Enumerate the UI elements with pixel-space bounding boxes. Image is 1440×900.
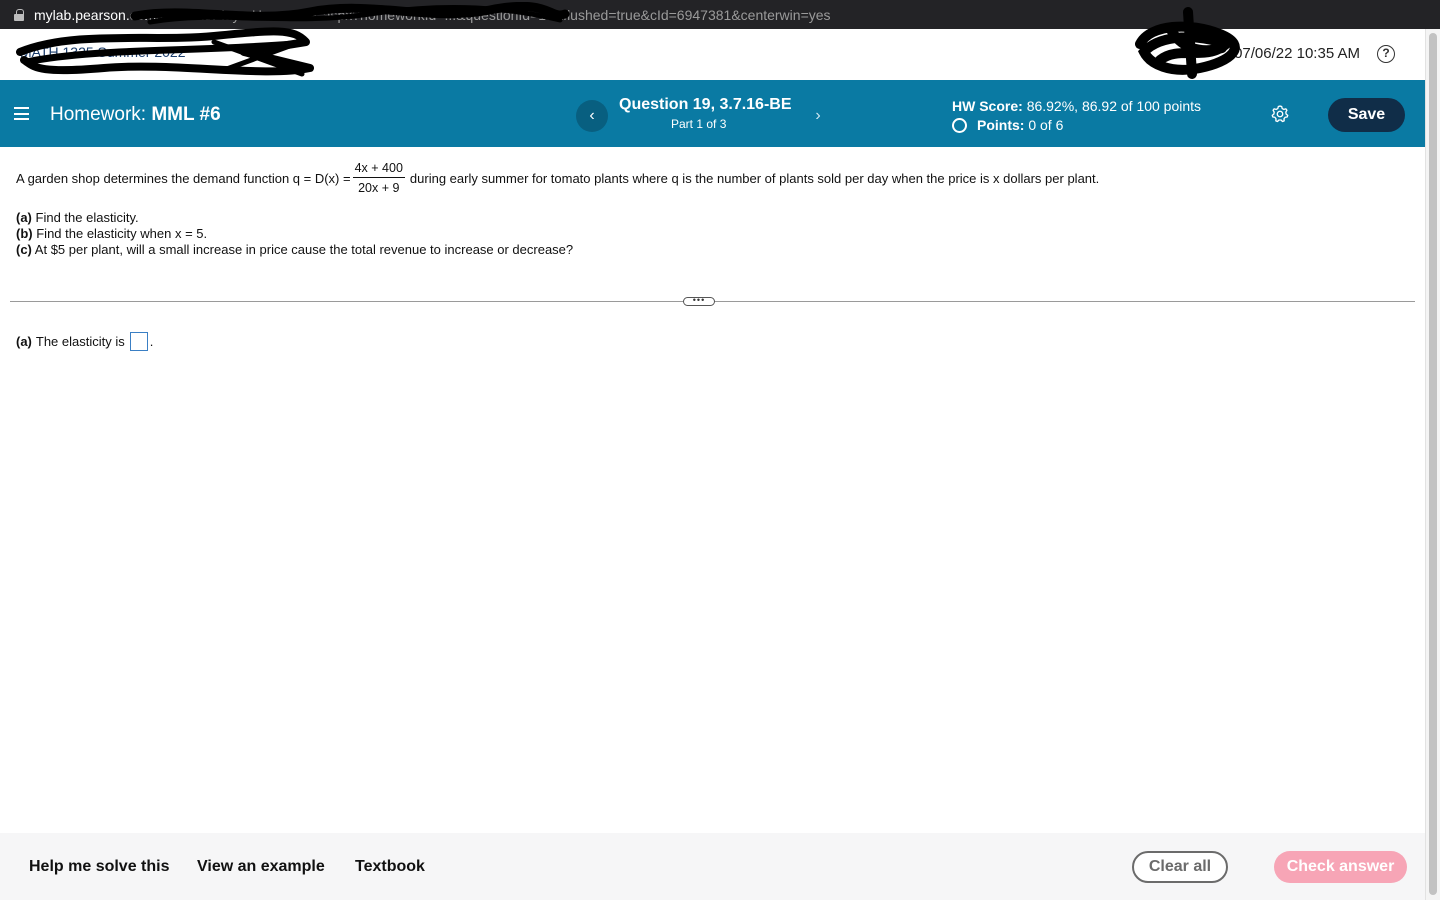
check-answer-button[interactable]: Check answer xyxy=(1274,851,1407,883)
scrollbar-thumb[interactable] xyxy=(1429,33,1437,895)
lock-icon xyxy=(14,8,24,21)
part-a-label: (a) xyxy=(16,210,32,225)
page-scrollbar[interactable] xyxy=(1425,29,1440,900)
homework-header: Homework: MML #6 ‹ Question 19, 3.7.16-B… xyxy=(0,80,1425,147)
points-value: 0 of 6 xyxy=(1028,117,1064,133)
part-b-text: Find the elasticity when x = 5. xyxy=(36,226,208,241)
question-points: Points: 0 of 6 xyxy=(952,117,1063,133)
divider-handle[interactable]: ••• xyxy=(683,296,715,306)
textbook-link[interactable]: Textbook xyxy=(355,858,425,876)
date-time: 07/06/22 10:35 AM xyxy=(1234,45,1360,62)
points-label: Points: xyxy=(977,117,1025,133)
question-parts: (a) Find the elasticity. (b) Find the el… xyxy=(16,210,573,258)
question-part: Part 1 of 3 xyxy=(671,117,727,131)
hamburger-menu-icon[interactable] xyxy=(14,107,29,120)
answer-row: (a) The elasticity is . xyxy=(16,332,153,351)
save-button[interactable]: Save xyxy=(1328,98,1405,132)
help-icon[interactable]: ? xyxy=(1377,45,1395,63)
question-stem: A garden shop determines the demand func… xyxy=(16,158,1099,198)
question-part-a: (a) Find the elasticity. xyxy=(16,210,573,226)
view-example-link[interactable]: View an example xyxy=(197,858,325,876)
bottom-toolbar: Help me solve this View an example Textb… xyxy=(0,833,1425,900)
hw-score-label: HW Score: xyxy=(952,98,1023,114)
part-c-text: At $5 per plant, will a small increase i… xyxy=(34,242,574,257)
redaction-scribble-course xyxy=(16,27,314,77)
part-b-label: (b) xyxy=(16,226,33,241)
answer-prompt: The elasticity is xyxy=(35,334,125,349)
demand-fraction: 4x + 400 20x + 9 xyxy=(352,161,405,195)
clear-all-button[interactable]: Clear all xyxy=(1132,851,1228,883)
hw-score: HW Score: 86.92%, 86.92 of 100 points xyxy=(952,98,1201,114)
gear-icon[interactable] xyxy=(1270,104,1290,124)
help-me-solve-link[interactable]: Help me solve this xyxy=(29,858,170,876)
question-intro: A garden shop determines the demand func… xyxy=(16,170,351,186)
homework-title: Homework: MML #6 xyxy=(50,104,221,126)
homework-label: Homework: xyxy=(50,104,147,125)
homework-name: MML #6 xyxy=(151,104,221,125)
answer-suffix: . xyxy=(149,334,154,349)
part-c-label: (c) xyxy=(16,242,32,257)
answer-part-label: (a) xyxy=(16,334,32,349)
elasticity-answer-input[interactable] xyxy=(129,332,148,351)
fraction-denominator: 20x + 9 xyxy=(358,181,400,195)
hw-score-value: 86.92%, 86.92 of 100 points xyxy=(1026,98,1202,114)
question-part-b: (b) Find the elasticity when x = 5. xyxy=(16,226,573,242)
next-question-button[interactable]: › xyxy=(802,100,834,132)
question-title: Question 19, 3.7.16-BE xyxy=(619,96,792,113)
question-outro: during early summer for tomato plants wh… xyxy=(409,170,1100,186)
question-part-c: (c) At $5 per plant, will a small increa… xyxy=(16,242,573,258)
redaction-scribble-user xyxy=(1135,7,1240,79)
part-a-text: Find the elasticity. xyxy=(35,210,139,225)
previous-question-button[interactable]: ‹ xyxy=(576,100,608,132)
points-circle-icon xyxy=(952,117,967,133)
fraction-numerator: 4x + 400 xyxy=(352,161,405,178)
